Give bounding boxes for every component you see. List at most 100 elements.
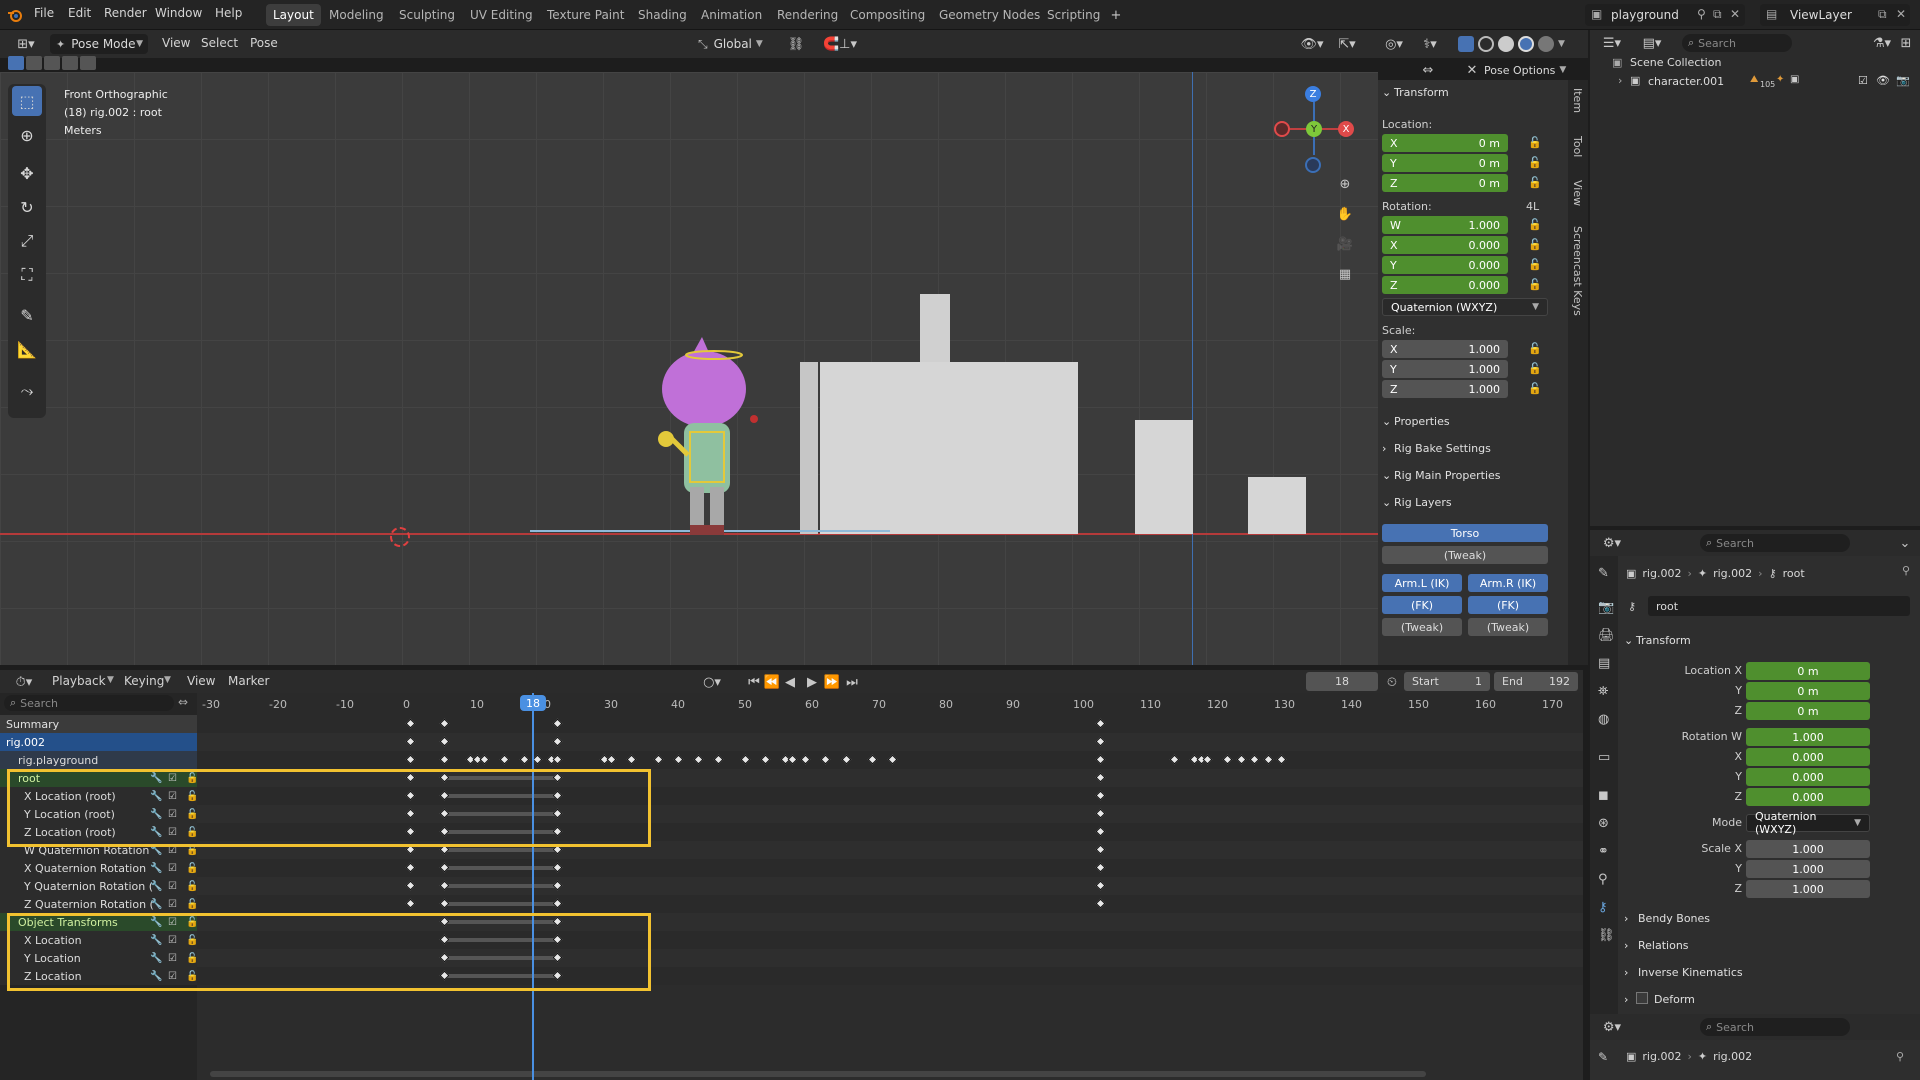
pan-hand-icon[interactable]: ✋ bbox=[1333, 202, 1357, 226]
scene-props-icon[interactable]: ⛯ bbox=[1598, 684, 1608, 699]
keyframe[interactable] bbox=[499, 754, 510, 765]
keyframe[interactable] bbox=[1222, 754, 1233, 765]
chevron-down-icon[interactable]: ⌄ bbox=[1382, 496, 1391, 509]
keyframe-row[interactable] bbox=[197, 895, 1583, 913]
keyframe[interactable] bbox=[552, 718, 563, 729]
keyframe[interactable] bbox=[887, 754, 898, 765]
zoom-icon[interactable]: ⊕ bbox=[1333, 172, 1357, 196]
keyframe[interactable] bbox=[532, 754, 543, 765]
bone-transform-header[interactable]: Transform bbox=[1636, 634, 1691, 647]
tab-item[interactable]: Item bbox=[1571, 88, 1584, 113]
jump-prev-keyframe-icon[interactable]: ⏪ bbox=[764, 673, 780, 691]
keyframe[interactable] bbox=[1236, 754, 1247, 765]
play-icon[interactable]: ▶ bbox=[804, 673, 820, 691]
keyframe[interactable] bbox=[1095, 826, 1106, 837]
keyframe[interactable] bbox=[439, 862, 449, 873]
channel-1[interactable]: rig.002 bbox=[0, 733, 197, 751]
menu-pose[interactable]: Pose bbox=[250, 36, 278, 50]
keyframe[interactable] bbox=[439, 898, 449, 909]
layer-arm-r-ik-button[interactable]: Arm.R (IK) bbox=[1468, 574, 1548, 592]
bone-location-z-field[interactable]: 0 m bbox=[1746, 702, 1870, 720]
add-workspace-icon[interactable]: + bbox=[1108, 6, 1124, 24]
select-invert-icon[interactable] bbox=[62, 56, 78, 70]
end-frame-field[interactable]: End 192 bbox=[1494, 672, 1578, 691]
lock-icon[interactable]: 🔓 bbox=[1528, 218, 1542, 231]
lock-icon[interactable]: 🔓 bbox=[1528, 156, 1542, 169]
transform-orientation-dropdown[interactable]: ⤡ Global ▼ bbox=[698, 34, 774, 54]
keyframe[interactable] bbox=[552, 898, 563, 909]
menu-keying[interactable]: Keying bbox=[124, 674, 164, 688]
gizmo-neg-x-ball[interactable] bbox=[1274, 121, 1290, 137]
menu-window[interactable]: Window bbox=[155, 6, 202, 20]
bone-rotation-w-field[interactable]: 1.000 bbox=[1746, 728, 1870, 746]
checkbox-icon[interactable]: ☑ bbox=[168, 881, 177, 892]
location-x-field[interactable]: X 0 m bbox=[1382, 134, 1508, 152]
rendered-shading-icon[interactable] bbox=[1538, 36, 1554, 52]
menu-view[interactable]: View bbox=[187, 674, 215, 688]
camera-icon[interactable]: 📷 bbox=[1896, 74, 1910, 87]
lock-icon[interactable]: 🔓 bbox=[1528, 258, 1542, 271]
keyframe[interactable] bbox=[760, 754, 771, 765]
bone-name-field[interactable]: root bbox=[1648, 596, 1910, 616]
keyframe[interactable] bbox=[439, 736, 449, 747]
keyframe[interactable] bbox=[1095, 718, 1106, 729]
keyframe[interactable] bbox=[405, 754, 416, 765]
wrench-icon[interactable]: 🔧 bbox=[150, 881, 162, 892]
keyframe[interactable] bbox=[800, 754, 811, 765]
channel-8[interactable]: X Quaternion Rotation 🔧 ☑ 🔓 bbox=[0, 859, 198, 877]
pin-icon[interactable]: ⚲ bbox=[1896, 1050, 1904, 1063]
rig-layers-header[interactable]: Rig Layers bbox=[1394, 496, 1452, 509]
constraints-props-icon[interactable]: ⚭ bbox=[1598, 844, 1609, 859]
object-props-icon[interactable]: ◼ bbox=[1598, 788, 1609, 803]
keyframe[interactable] bbox=[606, 754, 617, 765]
clock-icon[interactable]: ⏲ bbox=[1384, 673, 1400, 691]
tab-modeling[interactable]: Modeling bbox=[322, 4, 391, 26]
bone-scale-y-field[interactable]: 1.000 bbox=[1746, 860, 1870, 878]
3d-viewport[interactable]: Front Orthographic (18) rig.002 : root M… bbox=[0, 72, 1378, 665]
tab-view[interactable]: View bbox=[1571, 180, 1584, 206]
bone-props-icon[interactable]: ⚷ bbox=[1598, 900, 1608, 915]
duplicate-scene-icon[interactable]: ⧉ bbox=[1713, 7, 1722, 22]
chevron-down-icon[interactable]: ⌄ bbox=[1624, 634, 1633, 647]
select-extend-icon[interactable] bbox=[26, 56, 42, 70]
snap-icon[interactable]: 🧲⊥▾ bbox=[815, 35, 865, 53]
pose-options-dropdown[interactable]: Pose Options ▼ bbox=[1484, 61, 1574, 79]
editor-type-icon[interactable]: ⏱▾ bbox=[10, 673, 38, 691]
bone-scale-z-field[interactable]: 1.000 bbox=[1746, 880, 1870, 898]
duplicate-viewlayer-icon[interactable]: ⧉ bbox=[1878, 7, 1887, 22]
move-tool-icon[interactable]: ✥ bbox=[12, 158, 42, 188]
visibility-icon[interactable]: 👁▾ bbox=[1298, 35, 1326, 53]
mode-dropdown[interactable]: ✦ Pose Mode ▼ bbox=[50, 34, 148, 54]
keyframe[interactable] bbox=[673, 754, 684, 765]
channel-2[interactable]: rig.playground bbox=[0, 751, 197, 769]
rotation-mode-dropdown[interactable]: Quaternion (WXYZ) ▼ bbox=[1746, 810, 1870, 836]
rotation-lock-4l[interactable]: 4L bbox=[1526, 200, 1539, 213]
menu-view[interactable]: View bbox=[162, 36, 190, 50]
select-subtract-icon[interactable] bbox=[44, 56, 60, 70]
navigation-gizmo[interactable]: Z Y X bbox=[1270, 84, 1360, 174]
select-new-icon[interactable] bbox=[8, 56, 24, 70]
tab-texture-paint[interactable]: Texture Paint bbox=[540, 4, 631, 26]
current-frame-field[interactable]: 18 bbox=[1306, 672, 1378, 691]
display-mode-icon[interactable]: ▤▾ bbox=[1638, 34, 1666, 52]
rotation-w-field[interactable]: W 1.000 bbox=[1382, 216, 1508, 234]
keyframe[interactable] bbox=[1169, 754, 1180, 765]
close-icon[interactable]: ✕ bbox=[1896, 7, 1906, 21]
keyframe-row[interactable] bbox=[197, 715, 1583, 733]
xray-icon[interactable]: ⚕▾ bbox=[1416, 35, 1444, 53]
layer-arm-l-tweak-button[interactable]: (Tweak) bbox=[1382, 618, 1462, 636]
menu-edit[interactable]: Edit bbox=[68, 6, 91, 20]
chevron-down-icon[interactable]: ⌄ bbox=[1896, 534, 1914, 552]
layer-torso-button[interactable]: Torso bbox=[1382, 524, 1548, 542]
editor-type-icon[interactable]: ⊞▾ bbox=[12, 35, 40, 53]
keyframe[interactable] bbox=[1095, 772, 1106, 783]
scale-x-field[interactable]: X 1.000 bbox=[1382, 340, 1508, 358]
bone-rotation-z-field[interactable]: 0.000 bbox=[1746, 788, 1870, 806]
rig-main-properties-header[interactable]: Rig Main Properties bbox=[1394, 469, 1501, 482]
chevron-down-icon[interactable]: ⌄ bbox=[1382, 415, 1391, 428]
tab-compositing[interactable]: Compositing bbox=[843, 4, 932, 26]
chevron-right-icon[interactable]: › bbox=[1624, 993, 1628, 1006]
keyframe[interactable] bbox=[693, 754, 704, 765]
material-shading-icon[interactable] bbox=[1518, 36, 1534, 52]
keyframe[interactable] bbox=[841, 754, 851, 765]
